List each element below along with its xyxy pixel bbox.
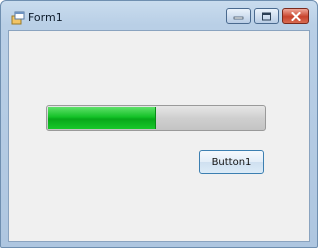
close-button[interactable]	[282, 8, 309, 24]
form-client-area: Button1	[8, 30, 310, 242]
title-bar[interactable]: Form1	[1, 1, 317, 29]
maximize-button[interactable]	[254, 8, 279, 24]
window-title: Form1	[28, 11, 63, 24]
minimize-button[interactable]	[226, 8, 251, 24]
form1-window: Form1 Button1	[0, 0, 318, 248]
minimize-icon	[233, 16, 244, 20]
app-icon	[11, 11, 25, 25]
maximize-icon	[262, 12, 271, 20]
button1[interactable]: Button1	[199, 150, 264, 174]
close-icon	[290, 11, 301, 21]
progress-bar-fill	[48, 107, 156, 129]
progress-bar	[46, 105, 266, 131]
